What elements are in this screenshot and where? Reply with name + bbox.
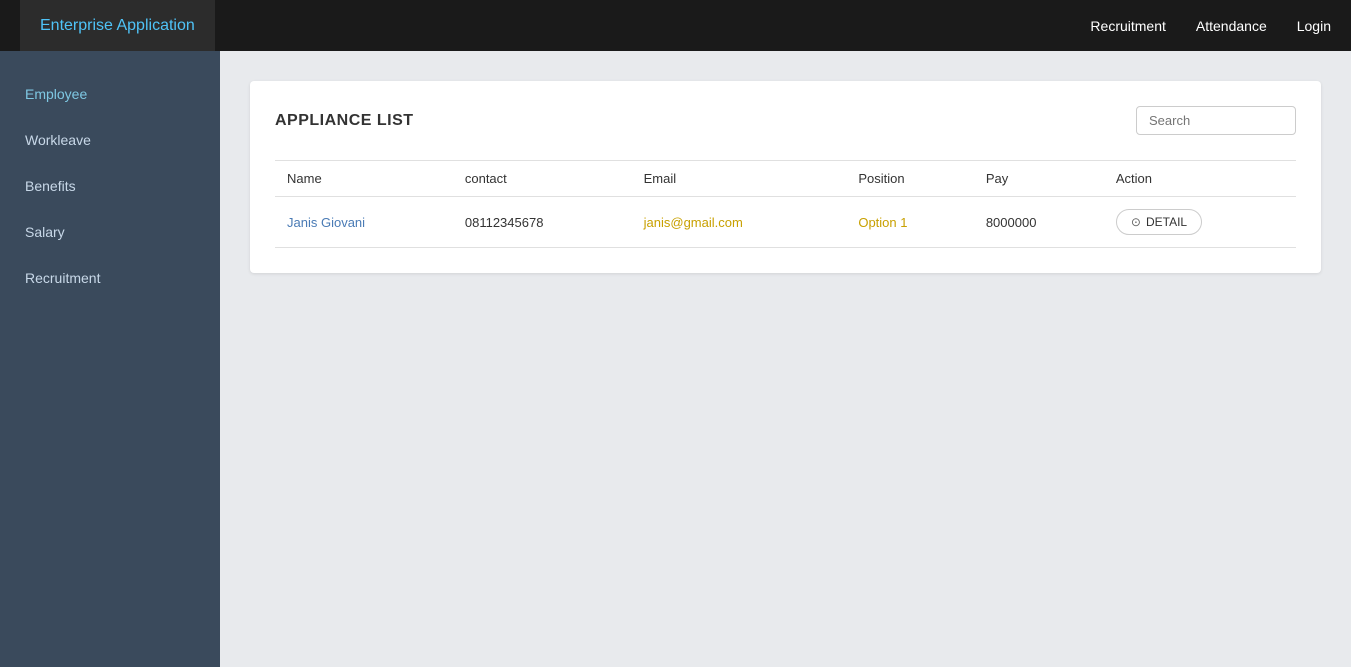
appliance-list-card: APPLIANCE LIST Name contact Email Positi… <box>250 81 1321 273</box>
cell-pay: 8000000 <box>974 197 1104 248</box>
search-input[interactable] <box>1136 106 1296 135</box>
navbar-brand[interactable]: Enterprise Application <box>20 0 215 51</box>
col-action: Action <box>1104 161 1296 197</box>
navbar: Enterprise Application Recruitment Atten… <box>0 0 1351 51</box>
cell-action: ⊙ DETAIL <box>1104 197 1296 248</box>
sidebar-item-workleave[interactable]: Workleave <box>0 117 220 163</box>
col-pay: Pay <box>974 161 1104 197</box>
sidebar-item-employee[interactable]: Employee <box>0 71 220 117</box>
table-header: Name contact Email Position Pay Action <box>275 161 1296 197</box>
col-name: Name <box>275 161 453 197</box>
appliance-table: Name contact Email Position Pay Action J… <box>275 160 1296 248</box>
table-body: Janis Giovani 08112345678 janis@gmail.co… <box>275 197 1296 248</box>
card-title: APPLIANCE LIST <box>275 112 414 130</box>
table-row: Janis Giovani 08112345678 janis@gmail.co… <box>275 197 1296 248</box>
col-contact: contact <box>453 161 632 197</box>
detail-icon: ⊙ <box>1131 215 1141 229</box>
sidebar: Employee Workleave Benefits Salary Recru… <box>0 51 220 667</box>
sidebar-item-benefits[interactable]: Benefits <box>0 163 220 209</box>
table-header-row: Name contact Email Position Pay Action <box>275 161 1296 197</box>
sidebar-item-salary[interactable]: Salary <box>0 209 220 255</box>
cell-position: Option 1 <box>846 197 974 248</box>
layout: Employee Workleave Benefits Salary Recru… <box>0 51 1351 667</box>
detail-button-label: DETAIL <box>1146 215 1187 229</box>
nav-link-login[interactable]: Login <box>1297 18 1331 34</box>
col-email: Email <box>632 161 847 197</box>
nav-link-attendance[interactable]: Attendance <box>1196 18 1267 34</box>
col-position: Position <box>846 161 974 197</box>
card-header: APPLIANCE LIST <box>275 106 1296 135</box>
cell-email: janis@gmail.com <box>632 197 847 248</box>
cell-name: Janis Giovani <box>275 197 453 248</box>
main-content: APPLIANCE LIST Name contact Email Positi… <box>220 51 1351 667</box>
detail-button[interactable]: ⊙ DETAIL <box>1116 209 1202 235</box>
nav-link-recruitment[interactable]: Recruitment <box>1090 18 1165 34</box>
cell-contact: 08112345678 <box>453 197 632 248</box>
sidebar-item-recruitment[interactable]: Recruitment <box>0 255 220 301</box>
navbar-links: Recruitment Attendance Login <box>1090 18 1331 34</box>
